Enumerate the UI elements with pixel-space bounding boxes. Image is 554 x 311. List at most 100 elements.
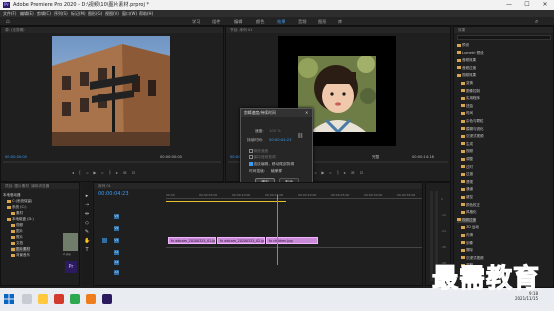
timeline-playhead[interactable] [277,195,278,265]
menu-view[interactable]: 视图(V) [105,10,119,17]
track-v3: V3 [94,213,166,220]
menu-clip[interactable]: 剪辑(C) [37,10,51,17]
effects-item[interactable]: 调整 [461,157,473,162]
effects-item[interactable]: Lumetri 预设 [457,51,484,56]
workspace-learn[interactable]: 学习 [192,17,200,26]
close-icon[interactable]: ✕ [536,0,554,10]
workspace-graphics[interactable]: 图形 [318,17,326,26]
effects-item[interactable]: 视频效果 [457,73,476,78]
speed-field[interactable]: 100 % [269,129,281,133]
workspace-color[interactable]: 颜色 [256,17,264,26]
effects-item[interactable]: 音频效果 [457,58,476,63]
tree-item[interactable]: 文档 [11,241,23,246]
effects-item[interactable]: 透视 [461,180,473,185]
tree-item[interactable]: 系统 (C:) [7,205,26,210]
duration-field[interactable]: 00:00:04:23 [269,138,292,142]
premiere-file-icon[interactable]: Pr [65,261,77,273]
workspace-effects[interactable]: 效果 [277,17,285,26]
workspace-audio[interactable]: 音频 [298,17,306,26]
menu-edit[interactable]: 编辑(E) [20,10,34,17]
effects-item[interactable]: 擦除 [461,248,473,253]
maximize-icon[interactable]: ☐ [518,0,536,10]
effects-item[interactable]: 内滑 [461,233,473,238]
effects-item[interactable]: 模糊与锐化 [461,127,484,132]
tree-item-selected[interactable]: 图片素材 [11,247,30,252]
workspace-libraries[interactable]: 库 [338,17,342,26]
tree-item[interactable]: 视频 [11,223,23,228]
effects-item[interactable]: 3D 运动 [461,225,479,230]
minimize-icon[interactable]: — [500,0,518,10]
folder-icon [461,172,465,176]
track-target[interactable] [102,238,107,243]
effects-item[interactable]: 时间 [461,111,473,116]
timeline-clip[interactable]: fx wbcam_20200325_02.jpg [217,237,265,244]
timeline-tab[interactable]: 序列 01 [94,183,422,189]
effects-item[interactable]: 沉浸式视频 [461,134,484,139]
dialog-close-icon[interactable]: ✕ [305,110,308,115]
tree-item[interactable]: 图片 [11,229,23,234]
effects-item[interactable]: 视频过渡 [457,217,476,223]
effects-item[interactable]: 变换 [461,81,473,86]
interp-select[interactable]: 帧采样 [271,169,282,174]
quality-select[interactable]: 完整 [372,155,379,160]
effects-tab[interactable]: 效果 [454,27,553,33]
source-scrubber[interactable] [3,161,221,163]
menu-bar: 文件(F) 编辑(E) 剪辑(C) 序列(S) 标记(M) 图形(G) 视图(V… [0,10,554,17]
effects-item[interactable]: 实用程序 [461,96,480,101]
effects-item[interactable]: 杂色与颗粒 [461,119,484,124]
effects-item[interactable]: 音频过渡 [457,66,476,71]
premiere-taskbar-icon[interactable] [102,294,112,304]
effects-item[interactable]: 扭曲 [461,104,473,109]
workspace-assembly[interactable]: 组件 [212,17,220,26]
start-icon[interactable] [4,294,14,304]
effects-item[interactable]: 颜色校正 [461,203,480,208]
menu-window[interactable]: 窗口(W) [122,10,137,17]
program-tab[interactable]: 节目: 序列 01 [226,27,450,33]
tool-icons[interactable]: ▸ ⇢ ⇹ ◇ ✎ ✋ T [84,192,90,255]
folder-icon [457,218,461,222]
tree-item[interactable]: 背景音乐 [11,253,30,258]
tree-item[interactable]: 本地磁盘 (D:) [7,217,34,222]
menu-sequence[interactable]: 序列(S) [54,10,68,17]
pitch-checkbox[interactable]: 保持音频音调 [249,155,276,160]
link-icon[interactable]: ⛓ [297,133,303,139]
work-area-bar[interactable] [166,201,286,202]
file-explorer-icon[interactable] [38,294,48,304]
timeline-clip[interactable]: fx children.jpg [266,237,318,244]
effects-search-input[interactable] [457,35,551,40]
effects-item[interactable]: 生成 [461,142,473,147]
tree-item[interactable]: 本地驱动器 [3,193,21,198]
menu-file[interactable]: 文件(F) [3,10,16,17]
effects-panel: 效果 预设 Lumetri 预设 音频效果音频过渡视频效果变换图像控制实用程序扭曲时… [453,26,554,288]
source-transport-controls[interactable]: ◂ ⁅ ◃ ▶ ▹ ⁆ ▸ ⊞ ⊡ [72,170,137,175]
menu-marker[interactable]: 标记(M) [71,10,86,17]
tree-item[interactable]: C:(系统保留) [7,199,32,204]
effects-item[interactable]: 过渡 [461,172,473,177]
timeline-clip[interactable]: fx wbcam_20200325_01.jpg [168,237,216,244]
timeline-ruler[interactable]: 00:00 00:00:05:00 00:00:10:00 00:00:15:0… [166,193,422,199]
reverse-checkbox[interactable]: 倒放速度 [249,149,268,154]
effects-item[interactable]: 通道 [461,187,473,192]
effects-item[interactable]: 键控 [461,195,473,200]
workspace-editing[interactable]: 编辑 [234,17,242,26]
media-thumbnail[interactable] [63,233,78,251]
menu-help[interactable]: 帮助(H) [139,10,153,17]
menu-graphics[interactable]: 图形(G) [88,10,102,17]
effects-item[interactable]: 过时 [461,165,473,170]
tree-item[interactable]: 照片 [11,235,23,240]
search-icon[interactable]: ⌕ [535,17,538,26]
project-tab[interactable]: 项目: 图片素材 媒体浏览器 [1,183,79,189]
effects-item[interactable]: 视频 [461,149,473,154]
ripple-checkbox[interactable]: 波纹编辑，移动尾部剪辑 [249,162,294,167]
tree-item[interactable]: 素材 [11,211,23,216]
source-tab[interactable]: 源: (无剪辑) [1,27,223,33]
effects-item[interactable]: 风格化 [461,210,477,215]
app-icon[interactable] [54,294,64,304]
search-icon[interactable] [22,294,32,304]
home-icon[interactable]: ⌂ [6,17,10,26]
effects-item[interactable]: 划像 [461,241,473,246]
effects-item[interactable]: 图像控制 [461,89,480,94]
chrome-icon[interactable] [70,294,80,304]
effects-item[interactable]: 预设 [457,43,469,48]
app-icon[interactable] [86,294,96,304]
